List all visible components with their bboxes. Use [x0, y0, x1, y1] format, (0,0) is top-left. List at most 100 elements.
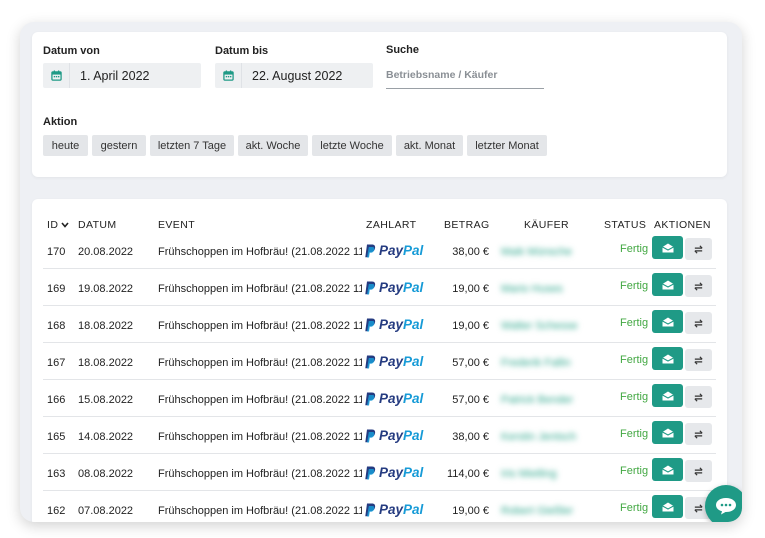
status-badge: Fertig: [620, 391, 649, 403]
date-to-input[interactable]: 22. August 2022: [215, 63, 373, 88]
paypal-label-part: Pay: [379, 465, 404, 480]
order-date: 19.08.2022: [78, 283, 134, 295]
paypal-label-part: Pay: [379, 354, 404, 369]
column-header-status: STATUS: [604, 219, 647, 231]
table-row: 163 08.08.2022 Frühschoppen im Hofbräu! (2…: [43, 454, 716, 491]
order-date: 14.08.2022: [78, 431, 134, 443]
orders-table: ID DATUM EVENT ZAHLART BETRAG KÄUFER STA…: [32, 199, 727, 522]
range-yesterday-button[interactable]: gestern: [92, 135, 146, 156]
order-buyer: Patrick Bender: [501, 394, 574, 406]
sync-icon: [694, 281, 703, 291]
table-row: 166 15.08.2022 Frühschoppen im Hofbräu! (2…: [43, 380, 716, 417]
action-label: Aktion: [43, 116, 78, 128]
paypal-label-part: Pal: [403, 465, 424, 480]
calendar-icon: [43, 63, 70, 88]
status-badge: Fertig: [620, 354, 649, 366]
paypal-logo-icon: [365, 429, 376, 442]
sync-button[interactable]: [685, 238, 712, 260]
send-mail-button[interactable]: [652, 310, 683, 333]
column-header-date: DATUM: [78, 219, 117, 231]
paypal-label-part: Pay: [379, 502, 404, 517]
sync-button[interactable]: [685, 275, 712, 297]
filter-panel: Datum von 1. April 2022 Datum bis 22. Au…: [32, 32, 727, 177]
paypal-label-part: Pay: [379, 243, 404, 258]
order-amount: 57,00 €: [452, 394, 489, 406]
table-row: 170 20.08.2022 Frühschoppen im Hofbräu! (2…: [43, 232, 716, 269]
sync-button[interactable]: [685, 386, 712, 408]
order-event: Frühschoppen im Hofbräu! (21.08.2022 11:…: [158, 431, 362, 443]
range-last-week-button[interactable]: letzte Woche: [312, 135, 392, 156]
search-label: Suche: [386, 44, 420, 56]
column-header-amount: BETRAG: [444, 219, 490, 231]
paypal-logo-icon: [365, 355, 376, 368]
send-mail-button[interactable]: [652, 458, 683, 481]
paypal-label: PayPal: [379, 428, 423, 443]
sync-icon: [694, 466, 703, 476]
send-mail-button[interactable]: [652, 384, 683, 407]
status-badge: Fertig: [620, 502, 649, 514]
date-from-value: 1. April 2022: [80, 68, 150, 83]
order-id: 168: [47, 320, 66, 332]
order-amount: 38,00 €: [452, 246, 489, 258]
table-row: 169 19.08.2022 Frühschoppen im Hofbräu! (2…: [43, 269, 716, 306]
order-amount: 57,00 €: [452, 357, 489, 369]
paypal-label-part: Pay: [379, 428, 404, 443]
range-current-week-button[interactable]: akt. Woche: [238, 135, 308, 156]
payment-method: PayPal: [365, 280, 423, 295]
send-mail-button[interactable]: [652, 347, 683, 370]
order-id: 162: [47, 505, 66, 517]
sync-button[interactable]: [685, 349, 712, 371]
envelope-icon: [661, 243, 674, 252]
payment-method: PayPal: [365, 502, 423, 517]
range-today-button[interactable]: heute: [43, 135, 88, 156]
send-mail-button[interactable]: [652, 495, 683, 518]
payment-method: PayPal: [365, 465, 423, 480]
send-mail-button[interactable]: [652, 421, 683, 444]
paypal-label: PayPal: [379, 502, 423, 517]
order-event: Frühschoppen im Hofbräu! (21.08.2022 11:…: [158, 394, 362, 406]
sync-button[interactable]: [685, 312, 712, 334]
paypal-label-part: Pal: [403, 391, 424, 406]
sync-button[interactable]: [685, 423, 712, 445]
table-row: 168 18.08.2022 Frühschoppen im Hofbräu! (2…: [43, 306, 716, 343]
sync-icon: [694, 392, 703, 402]
paypal-label-part: Pal: [403, 243, 424, 258]
range-last-7-days-button[interactable]: letzten 7 Tage: [150, 135, 234, 156]
order-date: 20.08.2022: [78, 246, 134, 258]
order-buyer: Mario Huses: [501, 283, 563, 295]
sync-icon: [694, 429, 703, 439]
range-last-month-button[interactable]: letzter Monat: [467, 135, 547, 156]
payment-method: PayPal: [365, 317, 423, 332]
order-event: Frühschoppen im Hofbräu! (21.08.2022 11:…: [158, 468, 362, 480]
date-from-input[interactable]: 1. April 2022: [43, 63, 201, 88]
search-input[interactable]: Betriebsname / Käufer: [386, 66, 544, 89]
sync-icon: [694, 355, 703, 365]
column-header-actions: AKTIONEN: [654, 219, 711, 231]
paypal-logo-icon: [365, 318, 376, 331]
sync-button[interactable]: [685, 460, 712, 482]
send-mail-button[interactable]: [652, 236, 683, 259]
order-id: 166: [47, 394, 66, 406]
order-amount: 19,00 €: [452, 505, 489, 517]
order-buyer: Iris Mietling: [501, 468, 557, 480]
range-current-month-button[interactable]: akt. Monat: [396, 135, 463, 156]
status-badge: Fertig: [620, 428, 649, 440]
send-mail-button[interactable]: [652, 273, 683, 296]
order-id: 170: [47, 246, 66, 258]
envelope-icon: [661, 391, 674, 400]
payment-method: PayPal: [365, 243, 423, 258]
paypal-label-part: Pal: [403, 502, 424, 517]
status-badge: Fertig: [620, 465, 649, 477]
column-header-payment: ZAHLART: [366, 219, 417, 231]
order-event: Frühschoppen im Hofbräu! (21.08.2022 11:…: [158, 246, 362, 258]
status-badge: Fertig: [620, 243, 649, 255]
order-buyer: Walter Schesse: [501, 320, 578, 332]
column-header-id[interactable]: ID: [47, 219, 69, 231]
order-amount: 114,00 €: [446, 468, 489, 480]
envelope-icon: [661, 280, 674, 289]
status-badge: Fertig: [620, 317, 649, 329]
order-date: 18.08.2022: [78, 357, 134, 369]
paypal-label: PayPal: [379, 465, 423, 480]
chat-button[interactable]: [705, 485, 742, 522]
paypal-label-part: Pal: [403, 280, 424, 295]
